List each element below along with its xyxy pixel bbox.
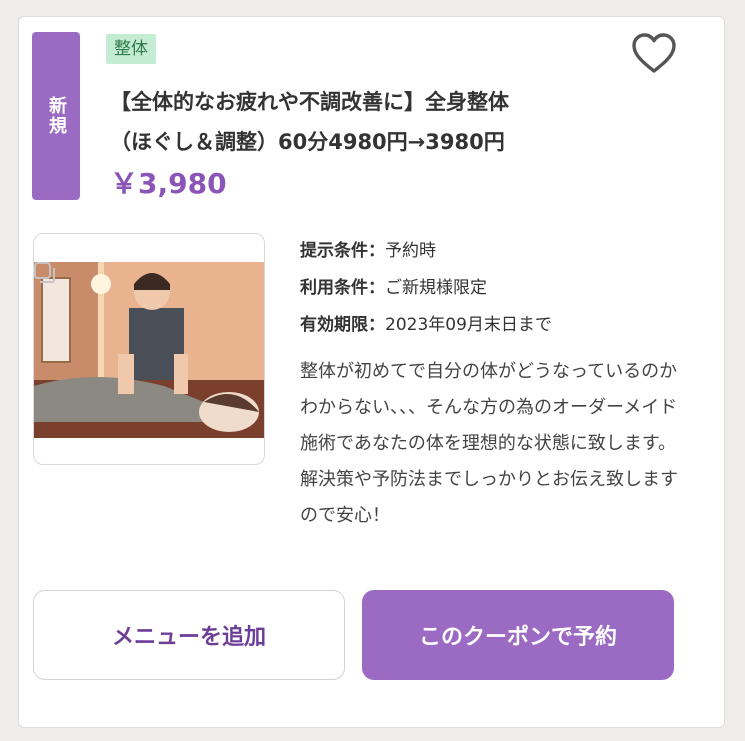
condition-row: 有効期限：2023年09月末日まで <box>300 307 552 344</box>
condition-row: 利用条件：ご新規様限定 <box>300 270 552 307</box>
multi-image-icon <box>34 262 55 283</box>
coupon-price: ￥3,980 <box>110 167 227 200</box>
condition-value: 予約時 <box>385 241 436 261</box>
condition-value: 2023年09月末日まで <box>385 315 552 335</box>
condition-label: 提示条件： <box>300 241 385 261</box>
massage-scene-image <box>34 262 264 438</box>
add-menu-label: メニューを追加 <box>111 625 266 650</box>
add-menu-button[interactable]: メニューを追加 <box>33 590 345 680</box>
condition-value: ご新規様限定 <box>385 278 487 298</box>
reserve-coupon-label: このクーポンで予約 <box>418 625 617 650</box>
coupon-conditions: 提示条件：予約時 利用条件：ご新規様限定 有効期限：2023年09月末日まで <box>300 233 552 344</box>
condition-label: 利用条件： <box>300 278 385 298</box>
category-tag: 整体 <box>106 34 156 64</box>
coupon-description: 整体が初めてで自分の体がどうなっているのかわからない、、、そんな方の為のオーダー… <box>300 361 678 526</box>
coupon-title-line2: （ほぐし＆調整）60分4980円→3980円 <box>110 130 505 154</box>
coupon-photo[interactable] <box>33 233 265 465</box>
new-badge-label: 新規 <box>46 96 67 136</box>
coupon-title-line1: 【全体的なお疲れや不調改善に】全身整体 <box>110 90 509 114</box>
reserve-coupon-button[interactable]: このクーポンで予約 <box>362 590 674 680</box>
heart-icon[interactable] <box>631 32 677 76</box>
coupon-title: 【全体的なお疲れや不調改善に】全身整体 （ほぐし＆調整）60分4980円→398… <box>110 82 630 162</box>
condition-row: 提示条件：予約時 <box>300 233 552 270</box>
condition-label: 有効期限： <box>300 315 385 335</box>
new-badge: 新規 <box>32 32 80 200</box>
